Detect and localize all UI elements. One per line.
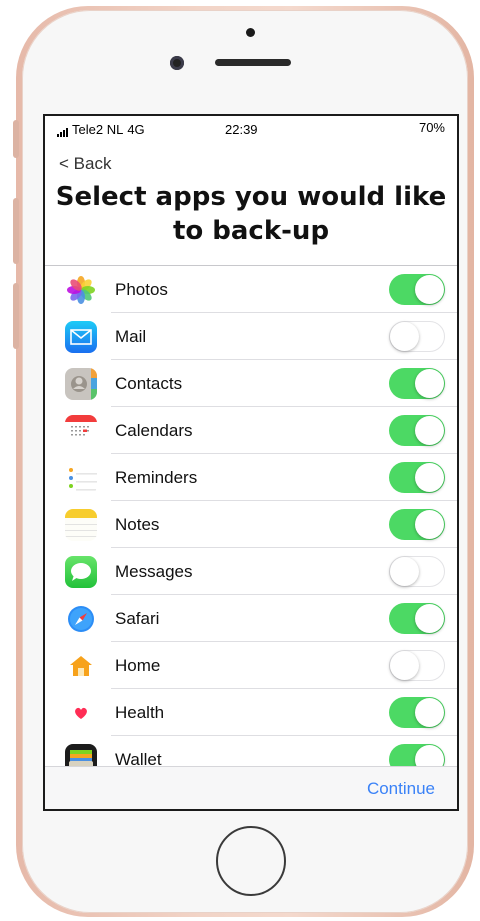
proximity-sensor [246,28,255,37]
reminders-icon [65,462,97,494]
status-time: 22:39 [225,122,258,137]
list-item-calendars: Calendars [45,407,457,454]
app-label: Reminders [115,468,198,487]
battery-percent: 70% [418,120,445,135]
mail-icon [65,321,97,353]
mute-switch [13,120,19,158]
app-label: Home [115,656,161,675]
notes-icon [65,509,97,541]
volume-down-button [13,283,19,349]
wallet-toggle[interactable] [389,744,445,766]
footer-bar: Continue [45,766,457,809]
contacts-icon [65,368,97,400]
signal-icon [57,127,68,137]
app-list: Photos Mail Contacts Calendars Reminders… [45,266,457,766]
health-icon [65,697,97,729]
messages-icon [65,556,97,588]
continue-button[interactable]: Continue [367,779,435,799]
carrier-name: Tele2 NL [72,122,124,137]
carrier-info: Tele2 NL 4G [57,122,145,137]
calendars-toggle[interactable] [389,415,445,446]
mail-toggle[interactable] [389,321,445,352]
app-label: Notes [115,515,160,534]
health-toggle[interactable] [389,697,445,728]
calendar-icon [65,415,97,447]
app-label: Photos [115,280,168,299]
list-item-contacts: Contacts [45,360,457,407]
reminders-toggle[interactable] [389,462,445,493]
list-item-mail: Mail [45,313,457,360]
earpiece-speaker [215,59,291,66]
app-label: Contacts [115,374,183,393]
app-label: Messages [115,562,193,581]
list-item-health: Health [45,689,457,736]
network-type: 4G [127,122,145,137]
photos-icon [65,274,97,306]
notes-toggle[interactable] [389,509,445,540]
app-label: Health [115,703,165,722]
wallet-icon [65,744,97,766]
contacts-toggle[interactable] [389,368,445,399]
status-bar: Tele2 NL 4G 22:39 70% [45,116,457,138]
back-button[interactable]: < Back [59,154,111,174]
messages-toggle[interactable] [389,556,445,587]
list-item-messages: Messages [45,548,457,595]
home-button[interactable] [216,826,286,896]
list-item-wallet: Wallet [45,736,457,766]
photos-toggle[interactable] [389,274,445,305]
volume-up-button [13,198,19,264]
app-label: Safari [115,609,160,628]
list-item-photos: Photos [45,266,457,313]
safari-icon [65,603,97,635]
front-camera [170,56,184,70]
app-label: Mail [115,327,147,346]
list-item-notes: Notes [45,501,457,548]
app-label: Calendars [115,421,193,440]
home-icon [65,650,97,682]
home-toggle[interactable] [389,650,445,681]
app-label: Wallet [115,750,162,766]
list-item-home: Home [45,642,457,689]
safari-toggle[interactable] [389,603,445,634]
phone-screen: Tele2 NL 4G 22:39 70% < Back Select apps… [43,114,459,811]
list-item-reminders: Reminders [45,454,457,501]
list-item-safari: Safari [45,595,457,642]
page-title: Select apps you would like to back-up [55,182,447,246]
